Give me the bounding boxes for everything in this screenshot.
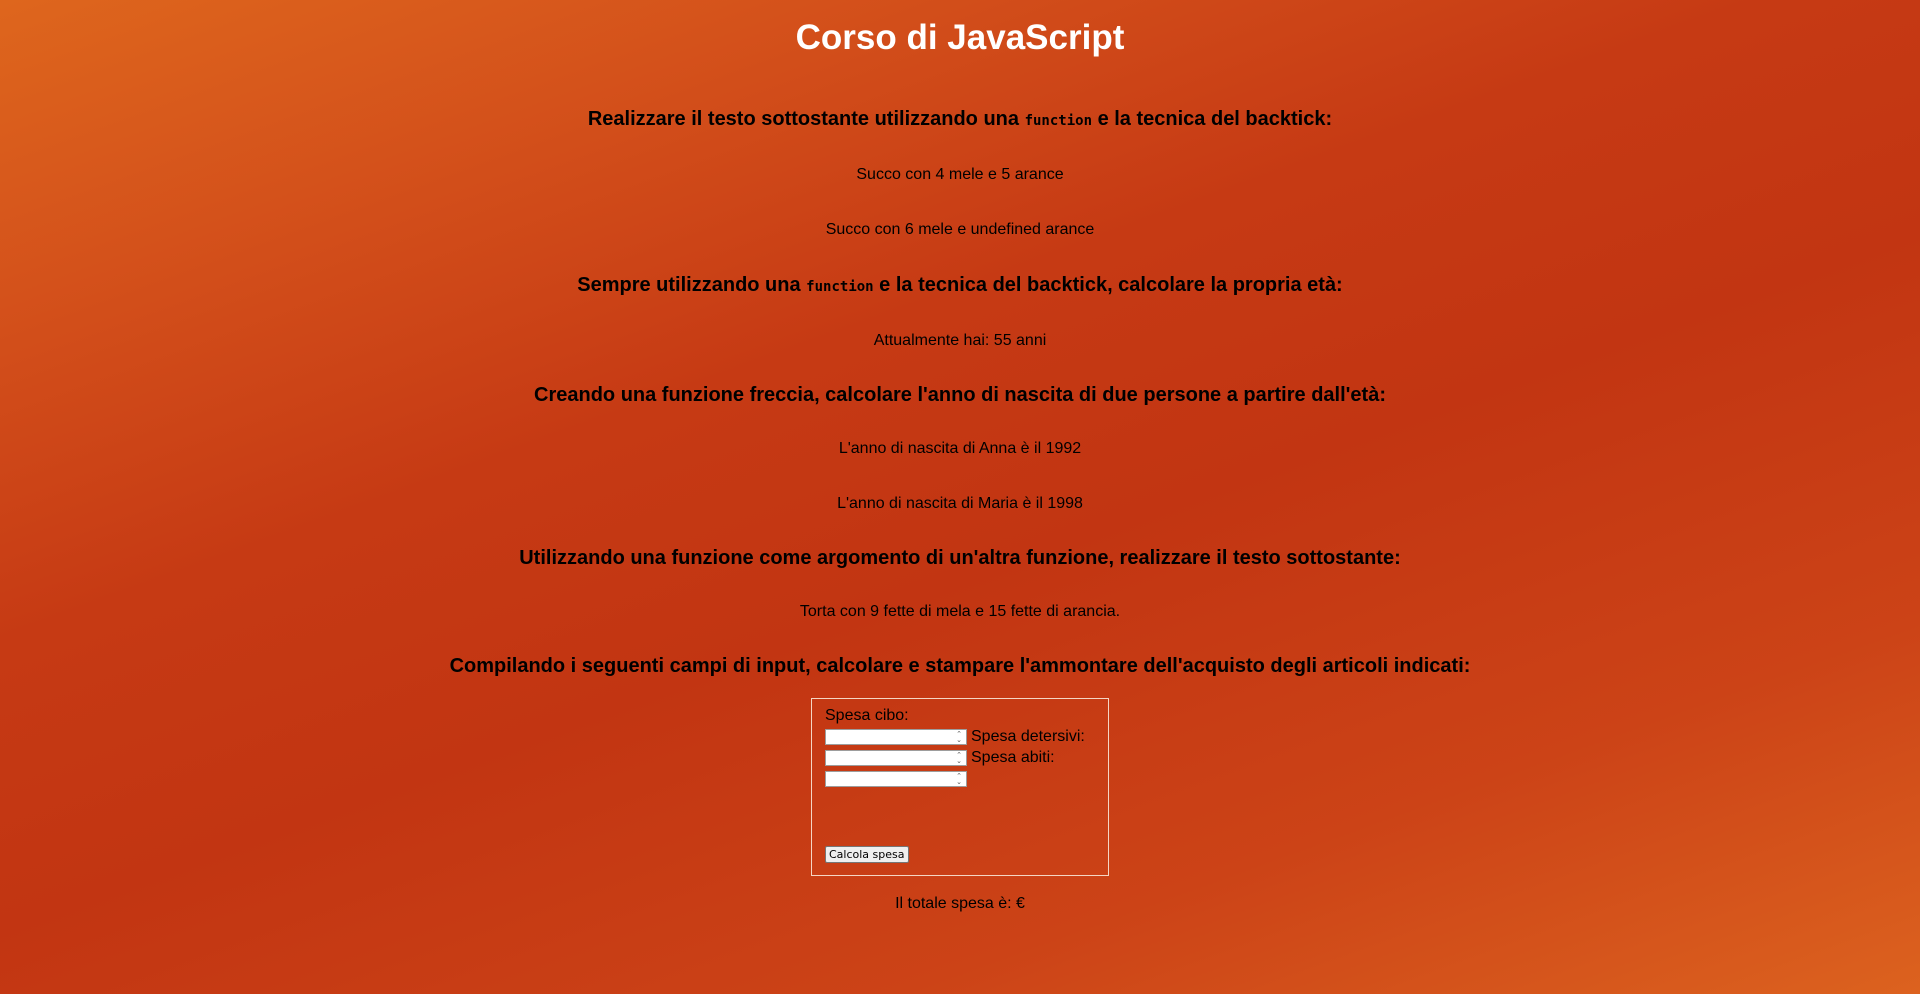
section1-heading: Realizzare il testo sottostante utilizza… (0, 104, 1920, 136)
form-row-detergent-input: ⌃ ⌄ Spesa abiti: (825, 749, 1108, 770)
section4-heading: Utilizzando una funzione come argomento … (519, 547, 1401, 569)
spinner-arrows-icon[interactable]: ⌃ ⌄ (953, 751, 965, 764)
spinner-arrows-icon[interactable]: ⌃ ⌄ (953, 772, 965, 785)
food-input[interactable]: ⌃ ⌄ (825, 728, 967, 745)
section1-heading-text-after: e la tecnica del backtick: (1092, 108, 1333, 130)
main-content: Realizzare il testo sottostante utilizza… (0, 104, 1920, 914)
page-title: Corso di JavaScript (795, 18, 1125, 57)
form-row-food-input: ⌃ ⌄ Spesa detersivi: (825, 728, 1108, 749)
section4-line1: Torta con 9 fette di mela e 15 fette di … (799, 603, 1121, 620)
section1-heading-text-before: Realizzare il testo sottostante utilizza… (587, 108, 1025, 130)
section3-heading: Creando una funzione freccia, calcolare … (534, 384, 1386, 406)
form-row-clothes-input: ⌃ ⌄ (825, 770, 1108, 791)
section5-heading: Compilando i seguenti campi di input, ca… (449, 655, 1471, 677)
section2-heading-text-before: Sempre utilizzando una (577, 274, 807, 296)
section2-heading-code: function (806, 279, 874, 295)
detergent-label: Spesa detersivi: (971, 728, 1085, 745)
expense-form: Spesa cibo: ⌃ ⌄ Spesa detersivi: ⌃ ⌄ Spesa a… (811, 698, 1109, 876)
section1-line1: Succo con 4 mele e 5 arance (856, 166, 1064, 183)
section2-heading: Sempre utilizzando una function e la tec… (0, 270, 1920, 302)
section3-line2: L'anno di nascita di Maria è il 1998 (837, 495, 1083, 512)
clothes-input[interactable]: ⌃ ⌄ (825, 770, 967, 787)
food-label: Spesa cibo: (825, 707, 909, 724)
section3-line1: L'anno di nascita di Anna è il 1992 (838, 440, 1082, 457)
section1-heading-code: function (1024, 113, 1093, 129)
spinner-arrows-icon[interactable]: ⌃ ⌄ (953, 730, 965, 743)
detergent-input[interactable]: ⌃ ⌄ (825, 749, 967, 766)
clothes-label: Spesa abiti: (971, 749, 1055, 766)
section2-line1: Attualmente hai: 55 anni (873, 332, 1047, 349)
section2-heading-text-after: e la tecnica del backtick, calcolare la … (873, 274, 1343, 296)
section1-line2: Succo con 6 mele e undefined arance (825, 221, 1095, 238)
calculate-expense-button[interactable]: Calcola spesa (825, 846, 909, 863)
total-expense-text: Il totale spesa è: € (895, 895, 1025, 912)
form-row-food-label: Spesa cibo: (825, 707, 1108, 728)
